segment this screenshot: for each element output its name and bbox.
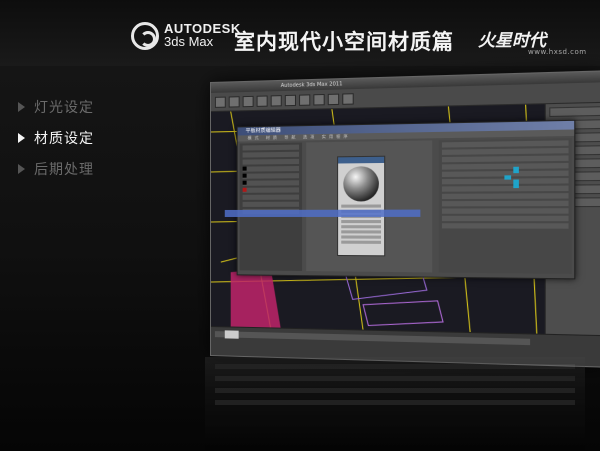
- material-preview-sphere: [343, 166, 379, 201]
- swatch-icon: [243, 181, 247, 185]
- menu-item-label: 材质设定: [34, 128, 94, 148]
- material-browser: [240, 143, 302, 272]
- node-header: [338, 157, 384, 164]
- swatch-icon: [243, 188, 247, 192]
- app-screenshot: Autodesk 3ds Max 2011 平板材质编辑器 模式 材质 导航 选…: [210, 70, 600, 367]
- panel-row[interactable]: [549, 106, 600, 117]
- toolbar-button[interactable]: [328, 93, 339, 105]
- triangle-right-icon: [18, 102, 25, 112]
- toolbar-button[interactable]: [285, 94, 296, 105]
- autodesk-logo-icon: [131, 22, 159, 50]
- parameter-row[interactable]: [442, 201, 569, 207]
- parameter-row[interactable]: [442, 208, 569, 214]
- toolbar-button[interactable]: [243, 95, 254, 106]
- toolbar-button[interactable]: [215, 96, 226, 107]
- toolbar-button[interactable]: [229, 96, 240, 107]
- node-slot[interactable]: [341, 225, 381, 228]
- parameter-panel: [439, 138, 572, 274]
- node-slot[interactable]: [341, 220, 381, 223]
- toolbar-button[interactable]: [313, 93, 324, 105]
- list-item[interactable]: [243, 145, 299, 151]
- node-slot[interactable]: [341, 241, 381, 244]
- navigator-icon: [504, 167, 520, 188]
- list-item[interactable]: [243, 187, 299, 192]
- list-item[interactable]: [243, 180, 299, 185]
- parameter-row[interactable]: [442, 193, 569, 199]
- menu-item-label: 后期处理: [34, 159, 94, 179]
- list-item[interactable]: [243, 166, 299, 172]
- list-item[interactable]: [243, 195, 299, 200]
- triangle-right-icon: [18, 133, 25, 143]
- list-item[interactable]: [243, 173, 299, 179]
- toolbar-button[interactable]: [342, 93, 353, 105]
- parameter-row[interactable]: [442, 155, 569, 162]
- menu-item-material[interactable]: 材质设定: [18, 129, 94, 147]
- page-title: 室内现代小空间材质篇: [234, 26, 454, 56]
- parameter-row[interactable]: [442, 140, 569, 147]
- header: AUTODESK 3ds Max 室内现代小空间材质篇 火星时代 www.hxs…: [0, 0, 600, 66]
- list-item[interactable]: [243, 202, 299, 207]
- triangle-right-icon: [18, 164, 25, 174]
- timeline-slider[interactable]: [215, 331, 530, 345]
- menu-item-lighting[interactable]: 灯光设定: [18, 98, 94, 116]
- material-node[interactable]: [337, 156, 385, 257]
- node-slot[interactable]: [341, 230, 381, 233]
- slide: AUTODESK 3ds Max 室内现代小空间材质篇 火星时代 www.hxs…: [0, 0, 600, 451]
- swatch-icon: [243, 167, 247, 171]
- brand-line2: 3ds Max: [164, 35, 241, 48]
- node-slot[interactable]: [341, 235, 381, 238]
- parameter-row[interactable]: [442, 223, 569, 228]
- toolbar-button[interactable]: [299, 94, 310, 106]
- list-item[interactable]: [243, 152, 299, 158]
- brand: AUTODESK 3ds Max: [164, 22, 241, 48]
- selection-highlight: [225, 210, 421, 217]
- node-view[interactable]: [306, 140, 432, 272]
- toolbar-button[interactable]: [257, 95, 268, 106]
- floor-reflection: [205, 357, 585, 451]
- toolbar-button[interactable]: [271, 95, 282, 106]
- site-url: www.hxsd.com: [528, 48, 587, 56]
- parameter-row[interactable]: [442, 148, 569, 155]
- menu-item-post[interactable]: 后期处理: [18, 160, 94, 178]
- chapter-menu: 灯光设定 材质设定 后期处理: [18, 98, 94, 191]
- menu-item-label: 灯光设定: [34, 97, 94, 117]
- node-slot[interactable]: [341, 204, 381, 207]
- parameter-row[interactable]: [442, 216, 569, 221]
- list-item[interactable]: [243, 159, 299, 165]
- swatch-icon: [243, 174, 247, 178]
- material-editor: 平板材质编辑器 模式 材质 导航 选项 实用程序: [237, 120, 576, 280]
